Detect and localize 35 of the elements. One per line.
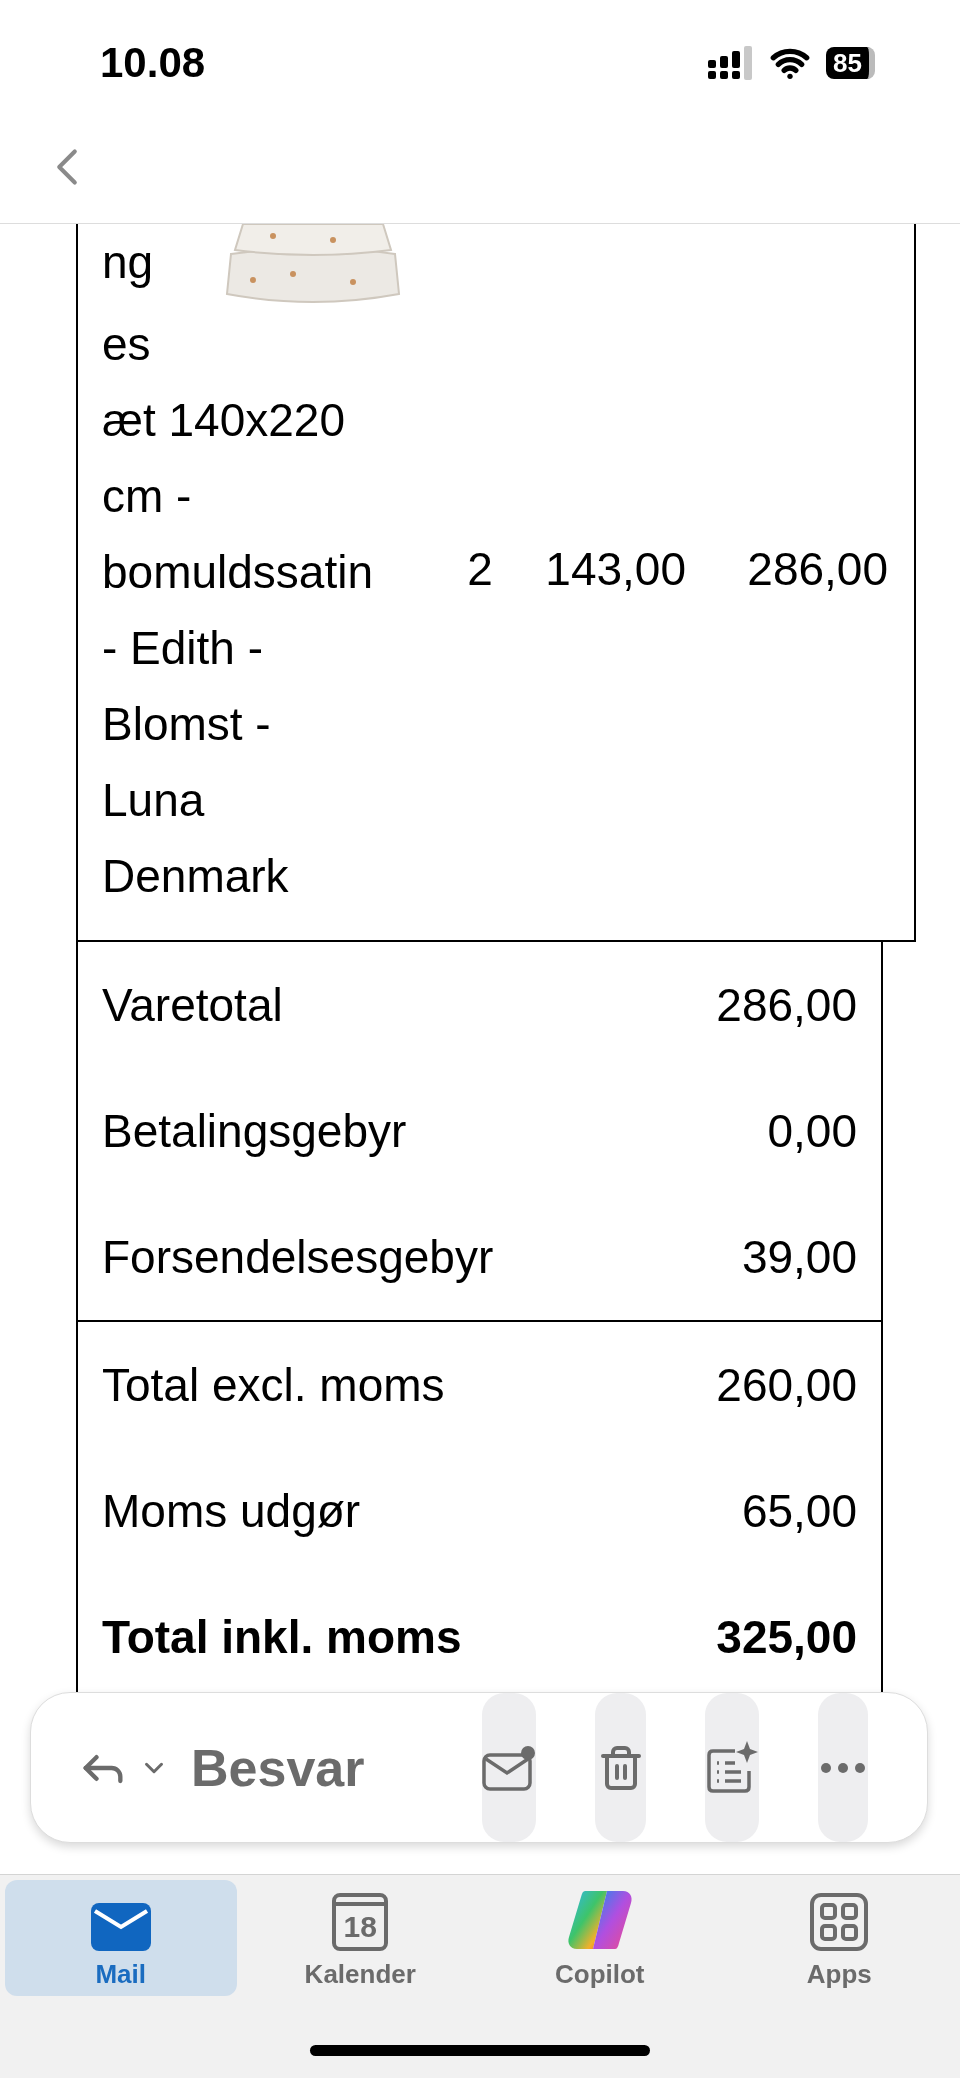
- summary-amount: 260,00: [716, 1358, 857, 1412]
- reply-button[interactable]: Besvar: [77, 1693, 365, 1842]
- tab-bar-item[interactable]: Copilot: [484, 1880, 716, 1996]
- battery-icon: 85: [826, 47, 875, 79]
- unit-price-cell-text: 143,00: [544, 542, 687, 596]
- envelope-icon: [90, 1903, 151, 1951]
- tab-bar-item[interactable]: 18 Kalender: [244, 1880, 476, 1996]
- summary-label: Moms udgør: [102, 1484, 361, 1538]
- summary-label: Total inkl. moms: [102, 1610, 462, 1664]
- summary-amount: 65,00: [741, 1484, 857, 1538]
- more-button[interactable]: [817, 1693, 868, 1842]
- summary-amount: 286,00: [716, 978, 857, 1032]
- summary-amount: 325,00: [716, 1610, 857, 1664]
- copilot-logo-icon: [566, 1889, 633, 1951]
- summary-button[interactable]: [704, 1693, 759, 1842]
- status-time: 10.08: [100, 39, 206, 87]
- summary-label: Total excl. moms: [102, 1358, 445, 1412]
- signal-icon: [708, 46, 755, 80]
- envelope-dot-icon: [482, 1744, 537, 1791]
- product-description: ng es æt 140x220 cm - bomuldssatin - Edith - Blomst - Luna Denmark: [78, 224, 440, 914]
- delete-button[interactable]: [595, 1693, 646, 1842]
- tab-bar-item[interactable]: Apps: [723, 1880, 955, 1996]
- summary-label: Forsendelsesgebyr: [102, 1230, 494, 1284]
- apps-grid-icon: [810, 1893, 869, 1951]
- quantity-cell-text: 2: [466, 542, 494, 596]
- list-sparkle-icon: [704, 1740, 759, 1795]
- calendar-day-number: 18: [342, 1908, 378, 1945]
- more-icon: [820, 1762, 865, 1773]
- mark-unread-button[interactable]: [482, 1693, 537, 1842]
- line-total-cell-text: 286,00: [746, 542, 889, 596]
- tab-bar-item[interactable]: Mail: [5, 1880, 237, 1996]
- summary-label: Betalingsgebyr: [102, 1104, 407, 1158]
- summary-label: Varetotal: [102, 978, 283, 1032]
- summary-amount: 0,00: [767, 1104, 857, 1158]
- summary-amount: 39,00: [741, 1230, 857, 1284]
